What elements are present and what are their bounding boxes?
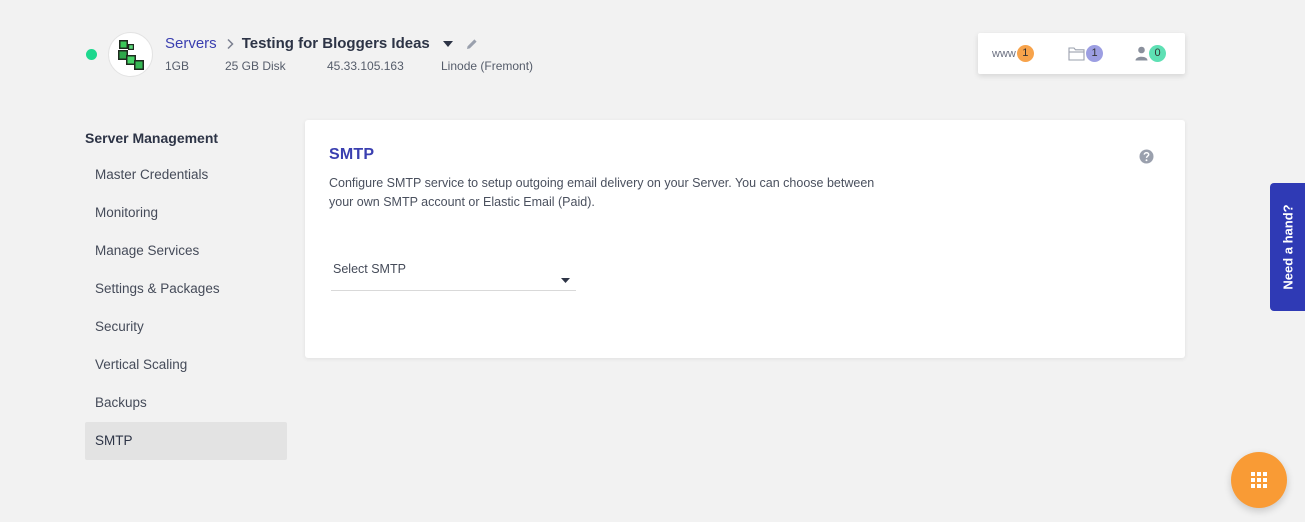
www-counter[interactable]: www 1 (992, 33, 1034, 74)
grid-icon (1251, 472, 1267, 488)
resource-counters: www 1 1 0 (978, 33, 1185, 74)
server-size: 1GB (165, 59, 190, 73)
www-count-badge: 1 (1016, 45, 1034, 62)
chevron-right-icon (226, 38, 234, 50)
breadcrumb: Servers Testing for Bloggers Ideas (165, 35, 478, 52)
sidebar-item-smtp[interactable]: SMTP (85, 422, 287, 460)
server-ip: 45.33.105.163 (327, 59, 404, 73)
need-a-hand-tab[interactable]: Need a hand? (1270, 183, 1305, 311)
need-a-hand-label: Need a hand? (1280, 204, 1295, 290)
folder-icon (1068, 47, 1085, 61)
www-label: www (992, 47, 1016, 60)
smtp-description: Configure SMTP service to setup outgoing… (329, 176, 875, 209)
pencil-icon[interactable] (466, 38, 478, 50)
sidebar-nav: Master Credentials Monitoring Manage Ser… (85, 156, 287, 460)
smtp-select-label: Select SMTP (333, 262, 406, 276)
sidebar-item-vertical-scaling[interactable]: Vertical Scaling (85, 346, 287, 384)
sidebar-title: Server Management (85, 130, 219, 146)
server-meta: 1GB 25 GB Disk 45.33.105.163 Linode (Fre… (0, 59, 700, 75)
sidebar-item-manage-services[interactable]: Manage Services (85, 232, 287, 270)
sidebar-item-master-credentials[interactable]: Master Credentials (85, 156, 287, 194)
user-icon (1135, 46, 1148, 61)
server-name: Testing for Bloggers Ideas (241, 35, 430, 52)
question-circle-icon[interactable] (1139, 149, 1154, 169)
files-counter[interactable]: 1 (1068, 33, 1103, 74)
breadcrumb-servers-link[interactable]: Servers (165, 35, 217, 52)
users-counter[interactable]: 0 (1135, 33, 1166, 74)
sidebar-item-settings-packages[interactable]: Settings & Packages (85, 270, 287, 308)
server-provider: Linode (Fremont) (441, 59, 534, 73)
apps-fab-button[interactable] (1231, 452, 1287, 508)
users-count-badge: 0 (1149, 45, 1166, 62)
caret-down-icon (561, 270, 570, 288)
files-count-badge: 1 (1086, 45, 1103, 62)
sidebar-item-security[interactable]: Security (85, 308, 287, 346)
page-title: SMTP (329, 146, 375, 163)
server-disk: 25 GB Disk (225, 59, 286, 73)
sidebar-item-monitoring[interactable]: Monitoring (85, 194, 287, 232)
smtp-card: SMTP Configure SMTP service to setup out… (305, 120, 1185, 358)
smtp-select[interactable]: Select SMTP (331, 254, 576, 291)
caret-down-icon[interactable] (442, 40, 453, 47)
sidebar-item-backups[interactable]: Backups (85, 384, 287, 422)
